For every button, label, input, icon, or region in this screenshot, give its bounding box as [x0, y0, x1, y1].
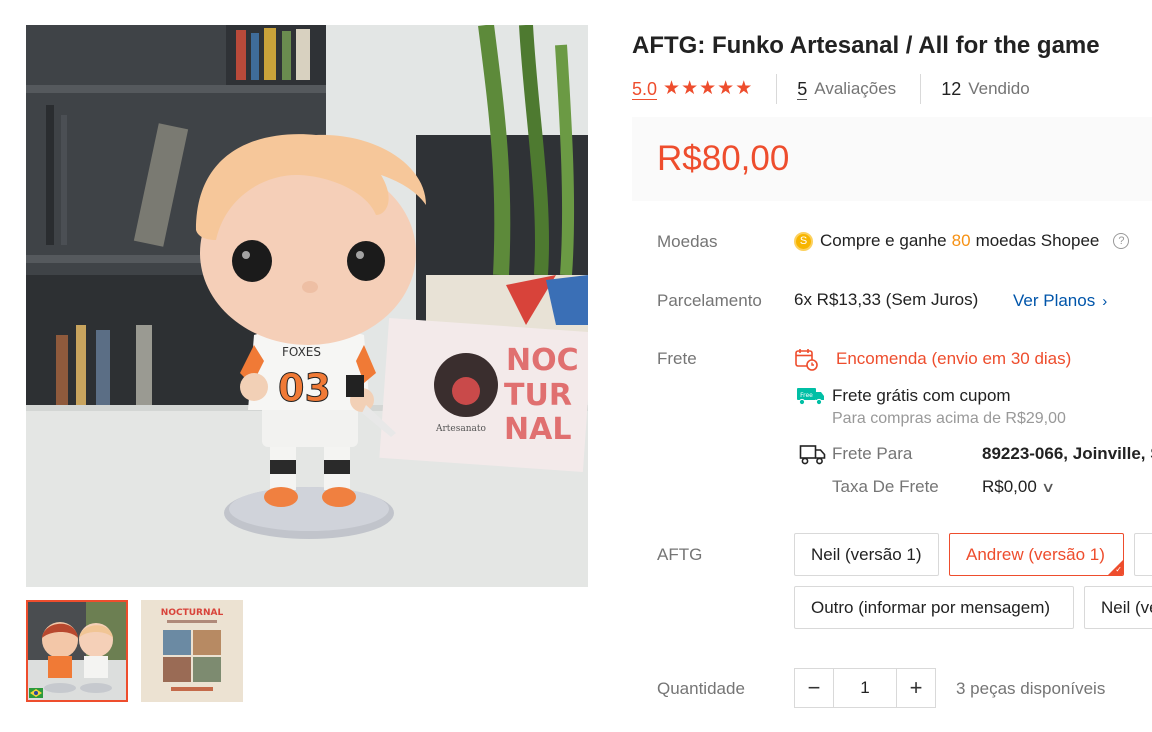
- coins-prefix: Compre e ganhe: [820, 231, 947, 250]
- divider: [920, 74, 922, 104]
- star-icon: ★: [735, 78, 753, 99]
- sign-sub-text: Artesanato: [435, 424, 486, 434]
- thumbnail-strip: NOCTURNAL: [26, 600, 243, 702]
- variation-option-neil-v2[interactable]: Neil (ve: [1084, 586, 1152, 629]
- installments-text: 6x R$13,33 (Sem Juros): [794, 290, 979, 309]
- star-icon: ★: [699, 78, 717, 99]
- sign-text-line-2: TUR: [504, 378, 572, 413]
- variation-option-label: Neil (ve: [1101, 597, 1152, 617]
- variation-label: AFTG: [657, 545, 703, 564]
- free-shipping-line: Free Frete grátis com cupom: [794, 386, 1011, 406]
- divider: [776, 74, 778, 104]
- thumbnail-title: NOCTURNAL: [161, 608, 224, 618]
- sign-text-line-1: NOC: [506, 343, 579, 378]
- variation-option-other[interactable]: Outro (informar por mensagem): [794, 586, 1074, 629]
- rating-row: 5.0 ★ ★ ★ ★ ★ 5 Avaliações 12 Vendido: [632, 74, 1030, 104]
- shipping-order-text: Encomenda (envio em 30 dias): [836, 349, 1072, 368]
- coins-label: Moedas: [657, 232, 718, 251]
- shipping-label: Frete: [657, 349, 697, 368]
- calendar-clock-icon: [795, 349, 818, 371]
- variation-option-label: Outro (informar por mensagem): [811, 597, 1051, 617]
- product-title: AFTG: Funko Artesanal / All for the game: [632, 32, 1100, 59]
- free-badge-text: Free: [800, 392, 813, 399]
- jersey-number: 03: [278, 366, 331, 410]
- view-plans-link[interactable]: Ver Planos ›: [1013, 291, 1107, 311]
- ship-to-value[interactable]: 89223-066, Joinville, S: [982, 444, 1152, 464]
- sign-text-line-3: NAL: [504, 412, 571, 447]
- coin-icon: S: [794, 231, 813, 251]
- chevron-right-icon: ›: [1102, 293, 1108, 310]
- shipping-order-line: Encomenda (envio em 30 dias): [794, 347, 1071, 371]
- variation-option-3[interactable]: [1134, 533, 1152, 576]
- shipping-fee-value: R$0,00: [982, 477, 1037, 496]
- free-shipping-truck-icon: Free: [797, 388, 824, 406]
- main-product-image[interactable]: NOC TUR NAL Artesanato FOXES 03: [26, 25, 588, 587]
- quantity-stepper: − +: [794, 668, 936, 708]
- two-funko-figures-photo: [26, 600, 128, 702]
- thumbnail-1[interactable]: [26, 600, 128, 702]
- decrease-quantity-button[interactable]: −: [794, 668, 834, 708]
- variation-option-label: Andrew (versão 1): [966, 544, 1105, 564]
- quantity-input[interactable]: [834, 668, 896, 708]
- coins-suffix: moedas Shopee: [975, 231, 1100, 250]
- variation-option-label: Neil (versão 1): [811, 544, 922, 564]
- truck-icon: [799, 445, 826, 465]
- star-icon: ★: [681, 78, 699, 99]
- coins-info: S Compre e ganhe 80 moedas Shopee ?: [794, 231, 1130, 251]
- quantity-label: Quantidade: [657, 679, 745, 698]
- ship-to-label: Frete Para: [832, 444, 913, 463]
- checkmark-icon: ✓: [1115, 565, 1122, 574]
- jersey-text: FOXES: [282, 345, 321, 359]
- question-icon[interactable]: ?: [1113, 233, 1130, 249]
- quantity-available: 3 peças disponíveis: [956, 679, 1106, 698]
- free-shipping-title: Frete grátis com cupom: [832, 386, 1011, 405]
- nocturnal-collage-photo: NOCTURNAL: [141, 600, 243, 702]
- variation-option-andrew-v1[interactable]: Andrew (versão 1) ✓: [949, 533, 1124, 576]
- free-shipping-subtext: Para compras acima de R$29,00: [832, 410, 1066, 427]
- reviews-count[interactable]: 5: [797, 79, 808, 100]
- star-icon: ★: [663, 78, 681, 99]
- funko-figure-photo: NOC TUR NAL Artesanato FOXES 03: [26, 25, 588, 587]
- increase-quantity-button[interactable]: +: [896, 668, 936, 708]
- sold-label: Vendido: [968, 79, 1030, 98]
- view-plans-label: Ver Planos: [1013, 291, 1096, 310]
- variation-option-neil-v1[interactable]: Neil (versão 1): [794, 533, 939, 576]
- thumbnail-2[interactable]: NOCTURNAL: [141, 600, 243, 702]
- shipping-fee-dropdown[interactable]: R$0,00 ∨: [982, 477, 1056, 497]
- sold-count: 12: [941, 79, 962, 99]
- installments-label: Parcelamento: [657, 291, 762, 310]
- chevron-down-icon: ∨: [1040, 479, 1056, 495]
- star-icon: ★: [717, 78, 735, 99]
- reviews-label: Avaliações: [814, 79, 897, 98]
- rating-value[interactable]: 5.0: [632, 79, 658, 100]
- rating-stars: ★ ★ ★ ★ ★: [663, 79, 752, 99]
- coins-amount: 80: [951, 231, 971, 250]
- price-box: R$80,00: [632, 117, 1152, 201]
- product-price: R$80,00: [657, 139, 790, 178]
- shipping-fee-label: Taxa De Frete: [832, 477, 939, 496]
